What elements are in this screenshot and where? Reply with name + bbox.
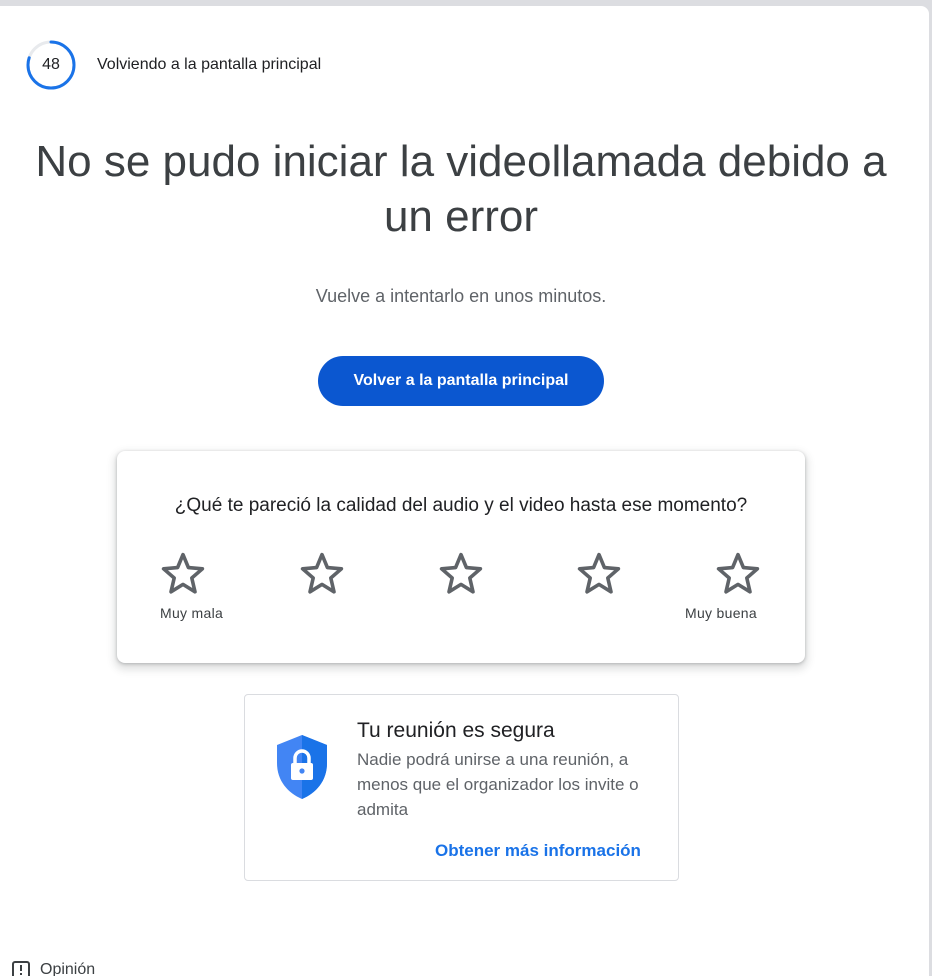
rating-low-label: Muy mala <box>160 605 224 621</box>
quality-rating-card: ¿Qué te pareció la calidad del audio y e… <box>117 451 805 663</box>
error-headline-line1: No se pudo iniciar la videollamada debid… <box>35 137 887 186</box>
rating-question: ¿Qué te pareció la calidad del audio y e… <box>174 495 748 516</box>
error-headline: No se pudo iniciar la videollamada debid… <box>0 134 922 244</box>
feedback-button[interactable]: Opinión <box>12 961 95 976</box>
countdown-label: Volviendo a la pantalla principal <box>97 56 322 73</box>
star-icon-3[interactable] <box>437 549 485 597</box>
secure-title: Tu reunión es segura <box>357 719 555 742</box>
countdown-timer: 48 <box>26 40 76 90</box>
feedback-label: Opinión <box>40 961 96 976</box>
learn-more-link[interactable]: Obtener más información <box>435 841 641 861</box>
star-icon-4[interactable] <box>575 549 623 597</box>
secure-meeting-card: Tu reunión es segura Nadie podrá unirse … <box>244 694 679 881</box>
return-countdown: 48 Volviendo a la pantalla principal <box>26 40 321 90</box>
meet-window: 48 Volviendo a la pantalla principal No … <box>0 6 929 976</box>
secure-description: Nadie podrá unirse a una reunión, a meno… <box>357 750 639 819</box>
feedback-icon <box>12 961 30 976</box>
star-icon-2[interactable] <box>298 549 346 597</box>
rating-high-label: Muy buena <box>685 605 757 621</box>
return-home-button[interactable]: Volver a la pantalla principal <box>318 356 604 406</box>
shield-lock-icon <box>277 735 327 799</box>
error-subtitle: Vuelve a intentarlo en unos minutos. <box>315 286 607 306</box>
star-icon-5[interactable] <box>714 549 762 597</box>
countdown-seconds: 48 <box>42 56 60 73</box>
star-icon-1[interactable] <box>159 549 207 597</box>
error-headline-line2: un error <box>383 192 539 241</box>
